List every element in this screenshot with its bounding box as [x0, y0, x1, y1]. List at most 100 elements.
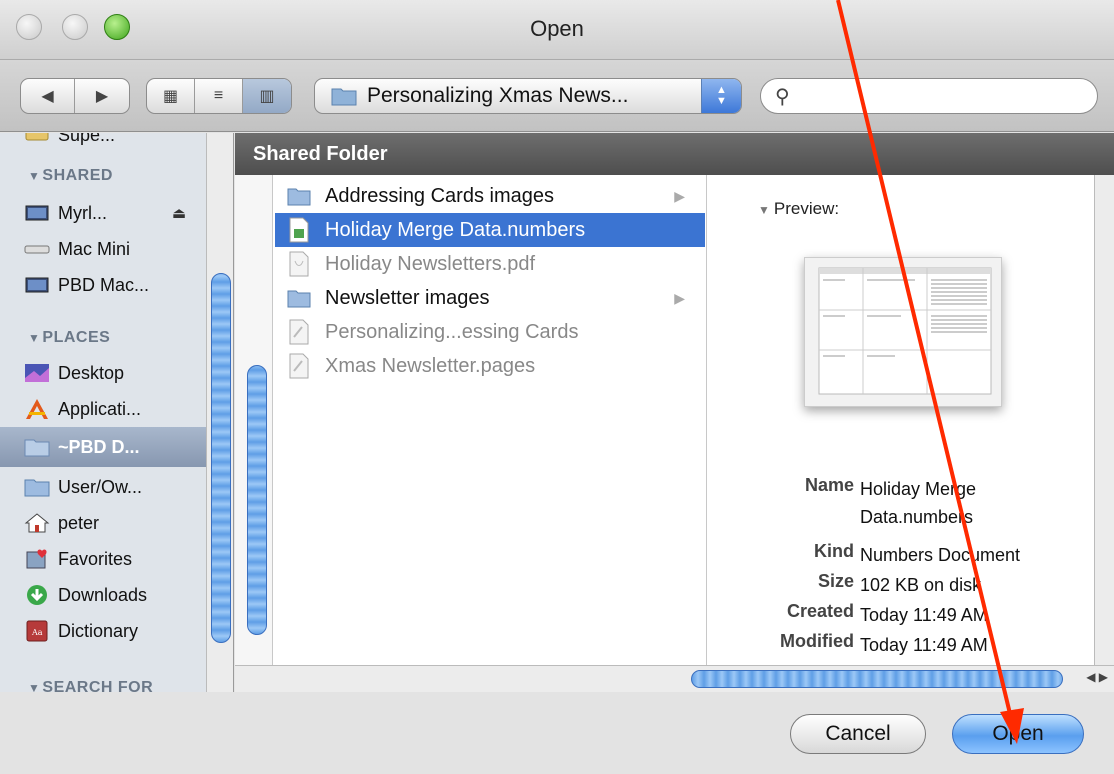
- column-header: Shared Folder: [235, 133, 1114, 175]
- file-row-holiday-merge-data[interactable]: Holiday Merge Data.numbers: [275, 213, 705, 247]
- back-button[interactable]: ◀: [21, 79, 76, 113]
- file-row-personalizing-cards[interactable]: Personalizing...essing Cards: [275, 315, 705, 349]
- sidebar-item-user-ow[interactable]: User/Ow...: [0, 469, 206, 505]
- section-label: SEARCH FOR: [42, 679, 154, 692]
- file-name: Personalizing...essing Cards: [325, 320, 579, 343]
- downloads-icon: [27, 585, 47, 605]
- info-value: Holiday Merge Data.numbers: [860, 479, 977, 527]
- sidebar-item-label: Downloads: [58, 584, 148, 605]
- dictionary-icon: Aa: [26, 620, 48, 642]
- folder-icon: [287, 188, 311, 206]
- sidebar-item-desktop[interactable]: Desktop: [0, 355, 206, 391]
- favorites-icon: [26, 549, 47, 569]
- file-row-newsletter-images[interactable]: Newsletter images ▶: [275, 281, 705, 315]
- search-icon: ⚲: [775, 85, 790, 108]
- sidebar: Supe... ▼ SHARED Myrl... ⏏ Mac Mini PBD M…: [0, 133, 234, 692]
- sidebar-item-label: Applicati...: [58, 398, 142, 419]
- disclosure-arrow-icon: ▶: [674, 289, 685, 306]
- sidebar-section-shared[interactable]: ▼ SHARED: [28, 167, 113, 185]
- sidebar-item-mac-mini[interactable]: Mac Mini: [0, 231, 206, 267]
- files-column: Addressing Cards images ▶ Holiday Merge …: [273, 175, 707, 665]
- list-view-button[interactable]: ≡: [195, 79, 243, 113]
- document-thumbnail: [804, 257, 1002, 407]
- file-row-xmas-newsletter-pages[interactable]: Xmas Newsletter.pages: [275, 349, 705, 383]
- file-name: Holiday Newsletters.pdf: [325, 252, 536, 275]
- button-bar: Cancel Open: [0, 692, 1114, 774]
- sidebar-section-places[interactable]: ▼ PLACES: [28, 329, 110, 347]
- scroll-arrows-icon[interactable]: ◀ ▶: [1086, 670, 1108, 684]
- sidebar-item-dictionary[interactable]: Aa Dictionary: [0, 613, 206, 649]
- sidebar-item-pbd-d[interactable]: ~PBD D...: [0, 427, 206, 467]
- sidebar-scrollbar[interactable]: [206, 133, 233, 692]
- svg-text:Aa: Aa: [31, 628, 43, 637]
- file-browser: Shared Folder Addressing Cards images ▶ …: [235, 133, 1114, 692]
- file-name: Holiday Merge Data.numbers: [325, 218, 586, 241]
- folder-icon: [24, 439, 50, 457]
- info-key: Created: [786, 601, 854, 621]
- display-icon: [25, 277, 49, 293]
- sidebar-item-myrl[interactable]: Myrl... ⏏: [0, 195, 206, 231]
- info-key: Modified: [780, 631, 854, 651]
- view-mode-control: ▦ ≡ ▥: [146, 78, 292, 114]
- sidebar-item-applications[interactable]: Applicati...: [0, 391, 206, 427]
- sidebar-item-favorites[interactable]: Favorites: [0, 541, 206, 577]
- mac-mini-icon: [24, 245, 50, 254]
- sidebar-scroll-thumb[interactable]: [211, 273, 231, 643]
- info-value: Numbers Document: [860, 545, 1021, 565]
- desktop-icon: [25, 364, 49, 382]
- home-icon: [24, 513, 50, 533]
- sidebar-item-label: User/Ow...: [58, 476, 143, 497]
- info-key: Name: [804, 475, 854, 495]
- location-popup[interactable]: Personalizing Xmas News... ▲ ▼: [314, 78, 742, 114]
- pdf-file-icon: [289, 251, 309, 277]
- file-row-addressing-cards-images[interactable]: Addressing Cards images ▶: [275, 179, 705, 213]
- window-title: Open: [530, 16, 584, 41]
- open-dialog: Open ◀ ▶ ▦ ≡ ▥ Personalizing Xmas News..…: [0, 0, 1114, 774]
- horizontal-scroll-thumb[interactable]: [691, 670, 1063, 688]
- column-scroll-thumb[interactable]: [247, 365, 267, 635]
- preview-scrollbar[interactable]: [1094, 175, 1114, 665]
- info-value: Today 11:49 AM: [860, 635, 988, 655]
- forward-button[interactable]: ▶: [75, 79, 129, 113]
- folder-icon: [287, 290, 311, 308]
- cancel-button[interactable]: Cancel: [790, 714, 926, 754]
- horizontal-scrollbar[interactable]: ◀ ▶: [235, 665, 1114, 692]
- preview-column: ▼ Preview: Name Holiday Merge Data.numbe…: [708, 175, 1094, 665]
- open-button[interactable]: Open: [952, 714, 1084, 754]
- preview-heading[interactable]: ▼ Preview:: [758, 199, 839, 219]
- toolbar: ◀ ▶ ▦ ≡ ▥ Personalizing Xmas News... ▲ ▼ …: [0, 60, 1114, 132]
- preview-label: Preview:: [773, 199, 840, 218]
- sidebar-item-downloads[interactable]: Downloads: [0, 577, 206, 613]
- nav-segmented-control: ◀ ▶: [20, 78, 130, 114]
- sidebar-item-label: Dictionary: [58, 620, 139, 641]
- sidebar-item-label: ~PBD D...: [58, 436, 140, 457]
- folder-icon: [24, 479, 50, 497]
- title-bar: Open: [0, 0, 1114, 60]
- display-icon: [25, 205, 49, 221]
- disclosure-arrow-icon: ▶: [674, 187, 685, 204]
- column-view-button[interactable]: ▥: [243, 79, 291, 113]
- sidebar-item-label: PBD Mac...: [58, 274, 150, 295]
- section-label: PLACES: [42, 329, 111, 346]
- sidebar-item-label: peter: [58, 512, 100, 533]
- folder-icon: [331, 88, 357, 106]
- file-row-holiday-newsletters-pdf[interactable]: Holiday Newsletters.pdf: [275, 247, 705, 281]
- info-key: Kind: [814, 541, 854, 561]
- sidebar-section-search-for[interactable]: ▼ SEARCH FOR: [28, 679, 153, 692]
- sidebar-item-label: Mac Mini: [58, 238, 131, 259]
- search-field[interactable]: ⚲: [760, 78, 1098, 114]
- info-value: Today 11:49 AM: [860, 605, 988, 625]
- numbers-file-icon: [289, 217, 309, 243]
- sidebar-item-partial[interactable]: Supe...: [0, 133, 206, 153]
- parent-column[interactable]: [235, 175, 273, 665]
- sidebar-item-pbd-mac[interactable]: PBD Mac...: [0, 267, 206, 303]
- document-icon: [289, 353, 309, 379]
- sidebar-item-label: Desktop: [58, 362, 125, 383]
- icon-view-button[interactable]: ▦: [147, 79, 195, 113]
- file-name: Newsletter images: [325, 286, 490, 309]
- eject-icon[interactable]: ⏏: [172, 204, 186, 222]
- sidebar-item-label: Favorites: [58, 548, 133, 569]
- sidebar-item-peter[interactable]: peter: [0, 505, 206, 541]
- location-label: Personalizing Xmas News...: [367, 84, 629, 107]
- applications-icon: [26, 399, 48, 419]
